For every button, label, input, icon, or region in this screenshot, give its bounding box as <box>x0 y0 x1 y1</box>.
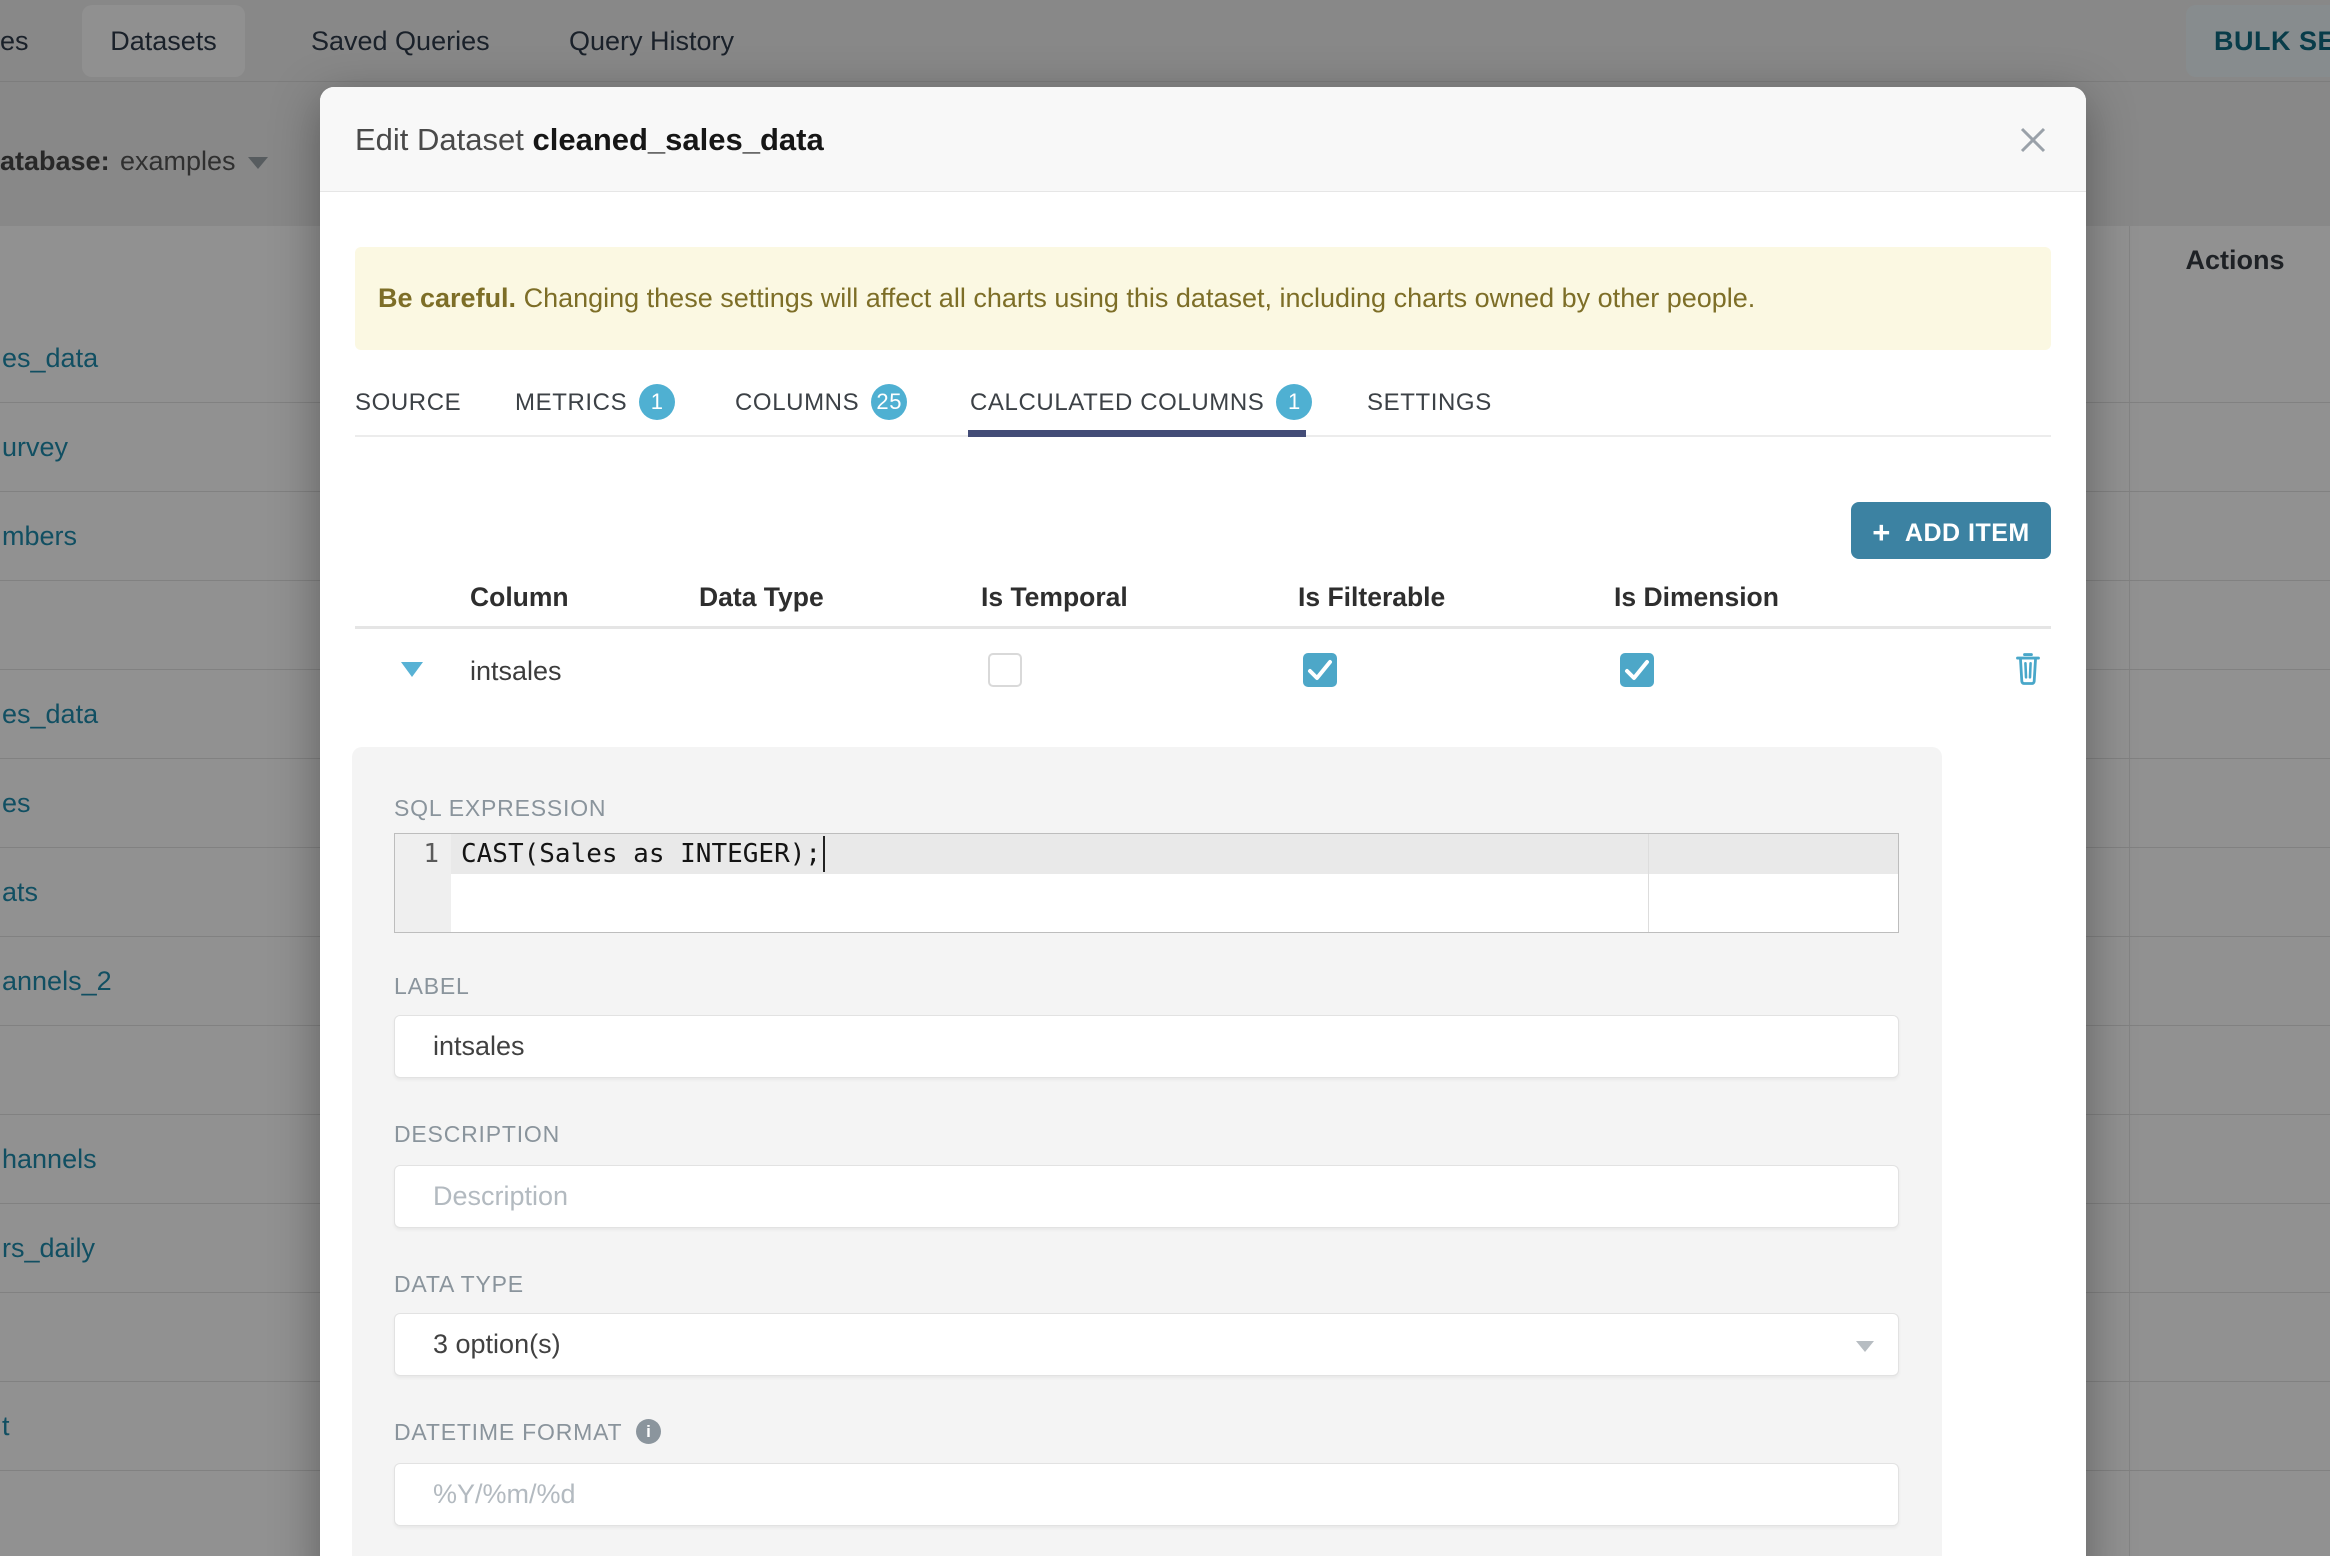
plus-icon: + <box>1872 515 1891 550</box>
table-header-divider <box>355 626 2051 629</box>
header-is-dimension: Is Dimension <box>1614 582 1779 612</box>
sql-expression-editor[interactable]: 1 CAST(Sales as INTEGER); <box>394 833 1899 933</box>
datetime-format-input[interactable]: %Y/%m/%d <box>394 1463 1899 1526</box>
dataset-name: cleaned_sales_data <box>532 122 824 157</box>
calculated-column-detail-panel: SQL EXPRESSION 1 CAST(Sales as INTEGER);… <box>352 747 1942 1556</box>
datetime-format-label: DATETIME FORMAT i <box>394 1419 662 1446</box>
is-dimension-checkbox[interactable] <box>1620 653 1654 687</box>
tab-source[interactable]: SOURCE <box>355 383 461 423</box>
warning-text: Changing these settings will affect all … <box>516 283 1756 313</box>
metrics-count-badge: 1 <box>639 383 676 420</box>
data-type-select[interactable]: 3 option(s) <box>394 1313 1899 1376</box>
description-input[interactable]: Description <box>394 1165 1899 1228</box>
description-label: DESCRIPTION <box>394 1121 560 1147</box>
calculated-columns-count-badge: 1 <box>1276 383 1313 420</box>
active-tab-indicator <box>968 430 1306 437</box>
sql-code-text: CAST(Sales as INTEGER); <box>461 839 822 869</box>
editor-print-margin <box>1648 834 1649 932</box>
delete-trash-icon[interactable] <box>2014 650 2042 686</box>
chevron-down-icon <box>1856 1341 1874 1352</box>
tab-label: SOURCE <box>355 389 462 416</box>
sql-expression-label: SQL EXPRESSION <box>394 795 607 821</box>
tab-metrics[interactable]: METRICS 1 <box>515 383 676 423</box>
data-type-selected-value: 3 option(s) <box>433 1329 561 1359</box>
warning-banner: Be careful. Changing these settings will… <box>355 247 2051 350</box>
check-icon <box>1625 660 1649 680</box>
tab-label: COLUMNS <box>735 389 860 416</box>
edit-dataset-modal: Edit Dataset cleaned_sales_data Be caref… <box>320 87 2086 1556</box>
tab-label: METRICS <box>515 389 628 416</box>
sql-code: CAST(Sales as INTEGER); <box>461 834 826 874</box>
check-icon <box>1308 660 1332 680</box>
collapse-row-caret-icon[interactable] <box>401 662 423 677</box>
is-temporal-checkbox[interactable] <box>988 653 1022 687</box>
tab-label: CALCULATED COLUMNS <box>970 389 1265 416</box>
add-item-button[interactable]: + ADD ITEM <box>1851 502 2051 559</box>
close-icon[interactable] <box>2016 123 2050 157</box>
tab-settings[interactable]: SETTINGS <box>1367 383 1492 423</box>
info-icon[interactable]: i <box>636 1419 662 1445</box>
line-number: 1 <box>423 839 439 869</box>
editor-gutter: 1 <box>395 834 451 932</box>
modal-title: Edit Dataset cleaned_sales_data <box>355 87 824 192</box>
warning-bold-text: Be careful. <box>378 283 517 313</box>
tab-columns[interactable]: COLUMNS 25 <box>735 383 908 423</box>
tab-label: SETTINGS <box>1367 389 1492 416</box>
header-column: Column <box>470 582 569 612</box>
column-name: intsales <box>470 656 562 686</box>
header-is-filterable: Is Filterable <box>1298 582 1446 612</box>
columns-count-badge: 25 <box>871 383 908 420</box>
header-data-type: Data Type <box>699 582 824 612</box>
label-label: LABEL <box>394 973 470 999</box>
add-item-label: ADD ITEM <box>1904 519 2030 547</box>
modal-title-prefix: Edit Dataset <box>355 122 533 157</box>
data-type-label: DATA TYPE <box>394 1271 524 1297</box>
text-cursor <box>823 836 826 872</box>
header-is-temporal: Is Temporal <box>981 582 1128 612</box>
modal-header: Edit Dataset cleaned_sales_data <box>320 87 2086 192</box>
tab-calculated-columns[interactable]: CALCULATED COLUMNS 1 <box>970 383 1313 423</box>
is-filterable-checkbox[interactable] <box>1303 653 1337 687</box>
label-input[interactable]: intsales <box>394 1015 1899 1078</box>
datetime-format-label-text: DATETIME FORMAT <box>394 1419 623 1445</box>
